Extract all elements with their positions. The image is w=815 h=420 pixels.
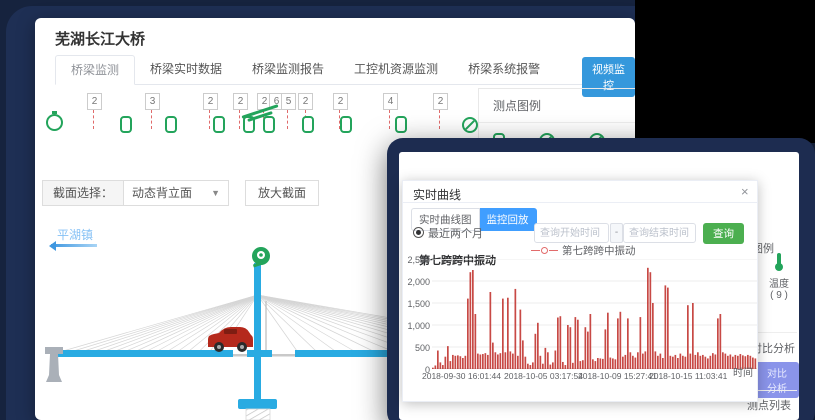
enlarge-section-button[interactable]: 放大截面 — [245, 180, 319, 206]
link-sensor-icon — [120, 116, 132, 133]
date-range-separator: - — [610, 223, 623, 243]
sensor-count-badge: 2 — [87, 93, 102, 110]
y-tick-label: 1,000 — [403, 321, 430, 331]
tab-1[interactable]: 桥梁实时数据 — [135, 55, 237, 83]
section-dropdown-value: 动态背立面 — [132, 181, 192, 205]
vibration-plot — [432, 259, 757, 369]
link-sensor-icon — [213, 116, 225, 133]
x-axis-title: 时间 — [733, 364, 753, 379]
radio-label: 最近两个月 — [428, 225, 483, 241]
sensor-count-badge: 2 — [203, 93, 218, 110]
link-sensor-icon — [263, 116, 275, 133]
stopwatch-icon — [46, 114, 63, 131]
legend-line-icon — [531, 250, 540, 251]
modal-title: 实时曲线 — [413, 186, 461, 203]
sensor-count-badge: 2 — [333, 93, 348, 110]
sensor-count-badge: 2 — [433, 93, 448, 110]
sensor-dash-line — [439, 110, 440, 129]
link-sensor-icon — [395, 116, 407, 133]
legend-panel-title: 测点图例 — [479, 89, 635, 123]
sensor-dash-line — [151, 110, 152, 129]
main-tabs: 桥梁监测桥梁实时数据桥梁监测报告工控机资源监测桥梁系统报警 — [55, 55, 617, 85]
screen: 芜湖长江大桥 桥梁监测桥梁实时数据桥梁监测报告工控机资源监测桥梁系统报警 视频监… — [0, 0, 815, 420]
link-sensor-icon — [165, 116, 177, 133]
y-tick-label: 2,500 — [403, 255, 430, 265]
radio-recent-two-months[interactable] — [413, 227, 424, 238]
modal-tab-1[interactable]: 监控回放 — [480, 208, 537, 231]
camera-icon — [252, 247, 270, 267]
car — [208, 327, 253, 352]
temperature-label: 温度 — [762, 275, 796, 290]
x-tick-label: 2018-09-30 16:01:44 — [422, 371, 501, 381]
section-dropdown[interactable]: 动态背立面 ▼ — [123, 180, 229, 206]
sensor-count-badge: 4 — [383, 93, 398, 110]
section-select-row: 截面选择： 动态背立面 ▼ 放大截面 — [42, 180, 319, 206]
sensor-dash-line — [389, 110, 390, 129]
y-tick-label: 2,000 — [403, 277, 430, 287]
query-button[interactable]: 查询 — [703, 223, 744, 244]
y-tick-label: 500 — [403, 343, 430, 353]
tab-2[interactable]: 桥梁监测报告 — [237, 55, 339, 83]
black-backdrop — [635, 0, 815, 143]
series-legend[interactable]: 第七跨跨中振动 — [531, 243, 636, 258]
y-tick-label: 1,500 — [403, 299, 430, 309]
query-start-input[interactable] — [534, 223, 609, 243]
tab-3[interactable]: 工控机资源监测 — [339, 55, 453, 83]
bridge-tower — [254, 263, 261, 403]
divider — [403, 202, 757, 203]
chevron-down-icon: ▼ — [211, 181, 220, 205]
close-icon[interactable]: × — [741, 184, 749, 199]
page-title: 芜湖长江大桥 — [55, 28, 145, 49]
series-legend-label: 第七跨跨中振动 — [562, 243, 636, 258]
sensor-count-badge: 2 — [298, 93, 313, 110]
direction-label: 平湖镇 — [57, 226, 93, 243]
compare-analysis-button[interactable]: 对比分析 — [755, 362, 799, 398]
sensor-dash-line — [287, 110, 288, 129]
sensor-dash-line — [209, 110, 210, 129]
link-sensor-icon — [302, 116, 314, 133]
temperature-legend-item: 温度 ( 9 ) — [762, 252, 796, 301]
tab-0[interactable]: 桥梁监测 — [55, 55, 135, 85]
realtime-curve-modal: 实时曲线 × 实时曲线图监控回放 最近两个月 - 查询 第七跨跨中振动 第七跨跨… — [402, 180, 758, 402]
legend-marker-icon — [541, 247, 548, 254]
thermometer-icon — [773, 252, 785, 272]
x-tick-label: 2018-10-05 03:17:54 — [504, 371, 583, 381]
no-entry-icon — [462, 117, 478, 133]
x-tick-label: 2018-10-15 11:03:41 — [649, 371, 727, 381]
x-tick-label: 2018-10-09 15:27:41 — [578, 371, 657, 381]
link-sensor-icon — [340, 116, 352, 133]
sensor-dash-line — [93, 110, 94, 129]
sensor-count-badge: 3 — [145, 93, 160, 110]
sensor-dash-line — [239, 110, 240, 129]
sensor-count-badge: 5 — [281, 93, 296, 110]
temperature-count: ( 9 ) — [762, 290, 796, 301]
pier — [238, 399, 277, 420]
left-abutment — [45, 347, 63, 382]
legend-line-icon — [549, 250, 558, 251]
query-end-input[interactable] — [623, 223, 696, 243]
section-select-label: 截面选择： — [42, 180, 123, 206]
sensor-count-badge: 2 — [233, 93, 248, 110]
tab-4[interactable]: 桥梁系统报警 — [453, 55, 555, 83]
